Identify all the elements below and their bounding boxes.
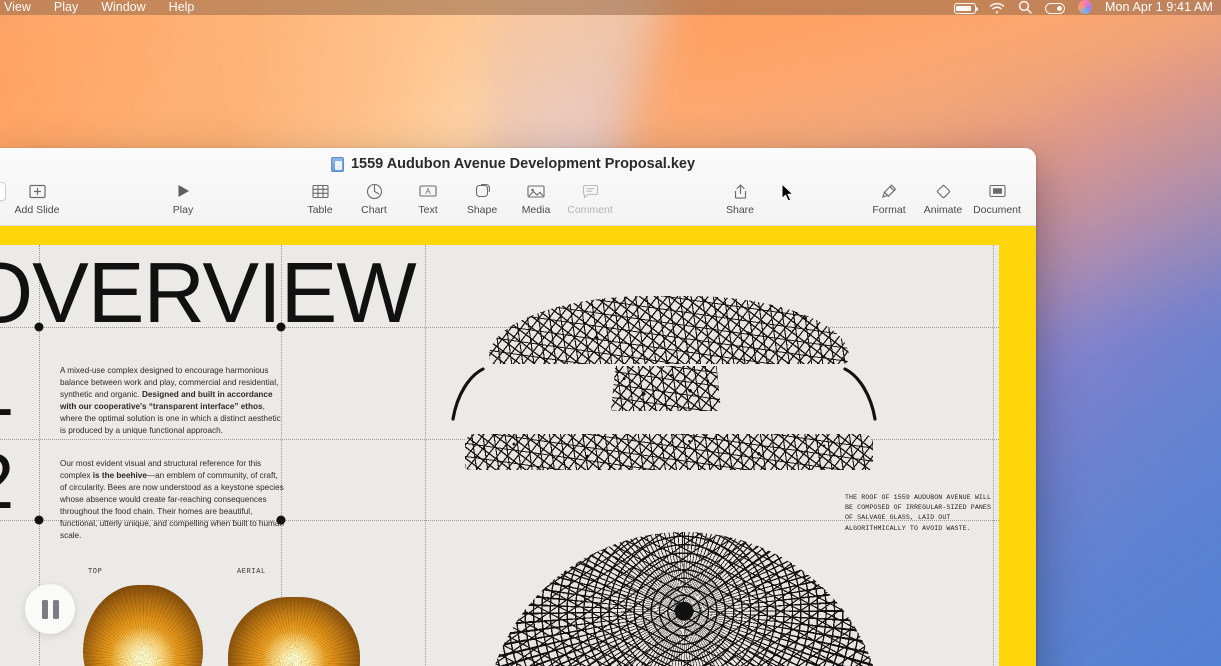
share-icon xyxy=(733,182,748,200)
play-icon xyxy=(175,182,191,200)
paragraph-2[interactable]: Our most evident visual and structural r… xyxy=(60,458,284,542)
selection-handle[interactable] xyxy=(276,322,286,332)
play-label: Play xyxy=(172,204,194,216)
menu-item-view[interactable]: View xyxy=(4,0,31,14)
guide-line xyxy=(993,245,994,666)
keynote-toolbar: ▾ m Add Slide Play xyxy=(0,176,1036,226)
animate-icon xyxy=(935,182,952,200)
arc-right-illustration[interactable] xyxy=(841,367,881,428)
dome-photo-aerial[interactable] xyxy=(228,597,360,666)
shape-label: Shape xyxy=(466,204,498,216)
media-label: Media xyxy=(521,204,551,216)
play-button[interactable]: Play xyxy=(156,176,210,216)
keynote-document-icon xyxy=(330,156,344,172)
shape-icon xyxy=(474,182,491,200)
zoom-popup-button[interactable]: ▾ xyxy=(0,182,6,201)
slide[interactable]: OVERVIEW 1 2 A mixed-use complex designe… xyxy=(0,245,999,666)
arc-left-illustration[interactable] xyxy=(447,367,487,428)
comment-label: Comment xyxy=(567,204,613,216)
table-icon xyxy=(311,182,329,200)
animate-button[interactable]: Animate xyxy=(916,176,970,216)
chart-button[interactable]: Chart xyxy=(347,176,401,216)
add-slide-icon xyxy=(28,182,46,200)
document-title-area: 1559 Audubon Avenue Development Proposal… xyxy=(0,156,1036,172)
menu-bar-clock[interactable]: Mon Apr 1 9:41 AM xyxy=(1105,0,1213,14)
selection-handle[interactable] xyxy=(34,515,44,525)
menu-item-play[interactable]: Play xyxy=(54,0,78,14)
menu-bar-items: View Play Window Help xyxy=(4,0,194,14)
slide-canvas-area[interactable]: OVERVIEW 1 2 A mixed-use complex designe… xyxy=(0,226,1036,666)
paragraph-2-part2: —an emblem of community, of craft, of ci… xyxy=(60,471,284,541)
chart-label: Chart xyxy=(361,204,387,216)
dome-structure-illustration[interactable] xyxy=(484,532,884,666)
share-label: Share xyxy=(725,204,755,216)
format-label: Format xyxy=(872,204,906,216)
share-button[interactable]: Share xyxy=(713,176,767,216)
page-title: 1559 Audubon Avenue Development Proposal… xyxy=(350,156,696,172)
roof-caption[interactable]: THE ROOF OF 1559 AUDUBON AVENUE WILL BE … xyxy=(845,493,995,534)
table-button[interactable]: Table xyxy=(293,176,347,216)
zoom-control[interactable]: ▾ m xyxy=(0,176,10,221)
media-button[interactable]: Media xyxy=(509,176,563,216)
selection-handle[interactable] xyxy=(34,322,44,332)
battery-icon[interactable] xyxy=(953,3,978,14)
table-label: Table xyxy=(307,204,333,216)
svg-text:A: A xyxy=(425,187,431,196)
slide-title[interactable]: OVERVIEW xyxy=(0,251,417,336)
control-center-icon[interactable] xyxy=(1044,3,1065,14)
paragraph-2-bold: is the beehive xyxy=(92,471,147,481)
dome-photo-top[interactable] xyxy=(83,585,203,666)
guide-line xyxy=(425,245,426,666)
selection-handle[interactable] xyxy=(276,515,286,525)
macos-menu-bar: View Play Window Help Mon Apr 1 9:41 AM xyxy=(0,0,1221,15)
siri-icon[interactable] xyxy=(1077,0,1092,14)
search-icon[interactable] xyxy=(1018,0,1032,14)
keynote-window: 1559 Audubon Avenue Development Proposal… xyxy=(0,148,1036,666)
mouse-cursor xyxy=(781,183,795,202)
add-slide-label: Add Slide xyxy=(14,204,60,216)
list-number-2[interactable]: 2 xyxy=(0,442,14,520)
dome-roof-illustration[interactable] xyxy=(489,296,849,364)
shape-button[interactable]: Shape xyxy=(455,176,509,216)
pause-button[interactable] xyxy=(25,584,75,634)
comment-button[interactable]: Comment xyxy=(563,176,617,216)
text-button[interactable]: A Text xyxy=(401,176,455,216)
paragraph-1[interactable]: A mixed-use complex designed to encourag… xyxy=(60,365,284,437)
list-number-1[interactable]: 1 xyxy=(0,349,14,427)
text-label: Text xyxy=(418,204,438,216)
chart-icon xyxy=(366,182,383,200)
slab-illustration[interactable] xyxy=(465,434,873,470)
pause-icon-bar xyxy=(52,599,59,619)
menu-bar-status-area: Mon Apr 1 9:41 AM xyxy=(953,0,1213,14)
format-icon xyxy=(881,182,898,200)
window-title-bar: 1559 Audubon Avenue Development Proposal… xyxy=(0,148,1036,226)
add-slide-button[interactable]: Add Slide xyxy=(10,176,64,216)
photo-label-aerial: AERIAL xyxy=(237,568,266,576)
panel-illustration[interactable] xyxy=(611,366,721,411)
menu-item-help[interactable]: Help xyxy=(169,0,195,14)
text-icon: A xyxy=(419,182,437,200)
document-button[interactable]: Document xyxy=(970,176,1024,216)
comment-icon xyxy=(582,182,599,200)
menu-item-window[interactable]: Window xyxy=(101,0,145,14)
wifi-icon[interactable] xyxy=(989,2,1005,14)
document-label: Document xyxy=(973,204,1021,216)
pause-icon-bar xyxy=(41,599,48,619)
photo-label-top: TOP xyxy=(88,568,103,576)
document-icon xyxy=(988,182,1006,200)
format-button[interactable]: Format xyxy=(862,176,916,216)
animate-label: Animate xyxy=(923,204,963,216)
media-icon xyxy=(527,182,545,200)
